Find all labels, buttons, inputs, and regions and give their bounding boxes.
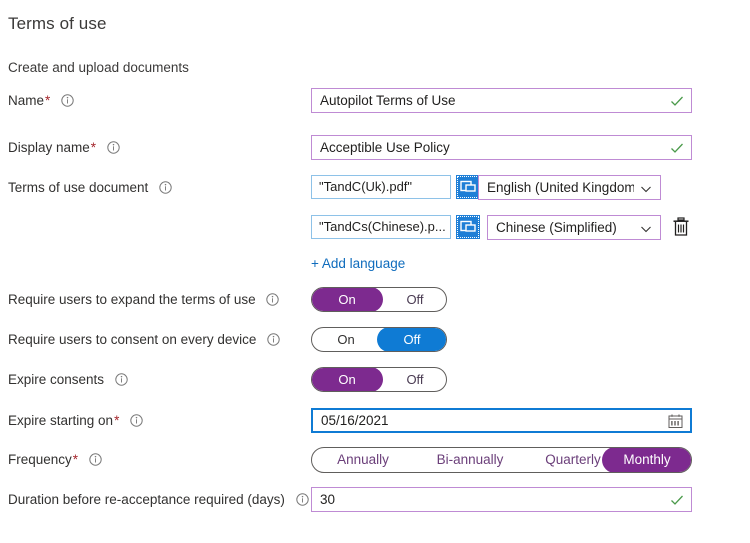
toggle-option-on[interactable]: On [312, 328, 381, 351]
folder-open-icon[interactable] [456, 215, 480, 239]
label-frequency: Frequency* [8, 447, 102, 473]
label-duration-reacceptance-text: Duration before re-acceptance required (… [8, 492, 285, 507]
document-file-name: "TandC(Uk).pdf" [319, 179, 413, 194]
info-icon[interactable] [130, 414, 143, 427]
duration-reacceptance-input[interactable]: 30 [311, 487, 692, 512]
duration-reacceptance-value: 30 [320, 492, 336, 507]
label-expire-starting-on-text: Expire starting on [8, 413, 114, 428]
frequency-option-bi-annually[interactable]: Bi-annually [415, 448, 525, 472]
info-icon[interactable] [266, 293, 280, 306]
expire-starting-on-value: 05/16/2021 [321, 413, 389, 428]
label-require-consent-device-text: Require users to consent on every device [8, 332, 257, 347]
label-require-consent-device: Require users to consent on every device [8, 327, 280, 353]
page-subtitle: Create and upload documents [8, 60, 189, 75]
name-input-value: Autopilot Terms of Use [320, 93, 456, 108]
info-icon[interactable] [295, 493, 309, 506]
expire-consents-toggle[interactable]: On Off [311, 367, 447, 392]
expire-starting-on-input[interactable]: 05/16/2021 [311, 408, 692, 433]
field-row-frequency: Frequency* Annually Bi-annually Quarterl… [0, 447, 750, 473]
label-terms-document-text: Terms of use document [8, 180, 149, 195]
document-language-select[interactable]: English (United Kingdom) [478, 175, 661, 200]
checkmark-icon [670, 141, 684, 155]
info-icon[interactable] [115, 373, 128, 386]
folder-open-icon[interactable] [456, 175, 480, 199]
label-name: Name* [8, 88, 74, 114]
field-row-name: Name* Autopilot Terms of Use [0, 88, 750, 114]
trash-icon[interactable] [672, 217, 690, 237]
display-name-input-value: Acceptible Use Policy [320, 140, 450, 155]
required-asterisk: * [72, 452, 79, 467]
info-icon[interactable] [89, 453, 102, 466]
field-row-display-name: Display name* Acceptible Use Policy [0, 135, 750, 161]
info-icon[interactable] [159, 181, 172, 194]
page-title: Terms of use [8, 14, 107, 33]
field-row-require-expand: Require users to expand the terms of use… [0, 287, 750, 313]
document-language-value: Chinese (Simplified) [496, 220, 617, 235]
add-language-link[interactable]: + Add language [311, 256, 405, 271]
label-duration-reacceptance: Duration before re-acceptance required (… [8, 487, 309, 513]
field-row-expire-starting-on: Expire starting on* 05/16/2021 [0, 408, 750, 434]
label-display-name-text: Display name [8, 140, 90, 155]
label-display-name: Display name* [8, 135, 120, 161]
toggle-option-off[interactable]: Off [383, 288, 446, 311]
document-language-select[interactable]: Chinese (Simplified) [487, 215, 661, 240]
toggle-option-on[interactable]: On [312, 368, 383, 391]
frequency-selector[interactable]: Annually Bi-annually Quarterly Monthly [311, 447, 692, 473]
label-require-expand-text: Require users to expand the terms of use [8, 292, 256, 307]
info-icon[interactable] [107, 141, 120, 154]
frequency-option-monthly[interactable]: Monthly [602, 448, 691, 472]
toggle-option-on[interactable]: On [312, 288, 383, 311]
label-frequency-text: Frequency [8, 452, 72, 467]
info-icon[interactable] [61, 94, 74, 107]
field-row-duration-reacceptance: Duration before re-acceptance required (… [0, 487, 750, 513]
label-terms-document: Terms of use document [8, 175, 172, 201]
display-name-input[interactable]: Acceptible Use Policy [311, 135, 692, 160]
frequency-option-annually[interactable]: Annually [312, 448, 415, 472]
document-file-input[interactable]: "TandC(Uk).pdf" [311, 175, 451, 199]
require-expand-toggle[interactable]: On Off [311, 287, 447, 312]
checkmark-icon [670, 94, 684, 108]
chevron-down-icon [640, 182, 652, 194]
label-require-expand: Require users to expand the terms of use [8, 287, 280, 313]
toggle-option-off[interactable]: Off [377, 328, 446, 351]
required-asterisk: * [90, 140, 97, 155]
required-asterisk: * [114, 413, 120, 428]
terms-of-use-form-page: Terms of use Create and upload documents… [0, 0, 750, 543]
toggle-option-off[interactable]: Off [383, 368, 446, 391]
info-icon[interactable] [267, 333, 280, 346]
label-expire-starting-on: Expire starting on* [8, 408, 143, 434]
field-row-expire-consents: Expire consents On Off [0, 367, 750, 393]
calendar-icon[interactable] [668, 413, 683, 428]
name-input[interactable]: Autopilot Terms of Use [311, 88, 692, 113]
require-consent-device-toggle[interactable]: On Off [311, 327, 447, 352]
label-expire-consents: Expire consents [8, 367, 128, 393]
checkmark-icon [670, 493, 684, 507]
chevron-down-icon [640, 222, 652, 234]
document-language-value: English (United Kingdom) [487, 180, 634, 195]
field-row-require-consent-device: Require users to consent on every device… [0, 327, 750, 353]
document-file-name: "TandCs(Chinese).p... [319, 219, 445, 234]
label-name-text: Name [8, 93, 45, 108]
label-expire-consents-text: Expire consents [8, 372, 105, 387]
document-file-input[interactable]: "TandCs(Chinese).p... [311, 215, 451, 239]
required-asterisk: * [45, 93, 51, 108]
